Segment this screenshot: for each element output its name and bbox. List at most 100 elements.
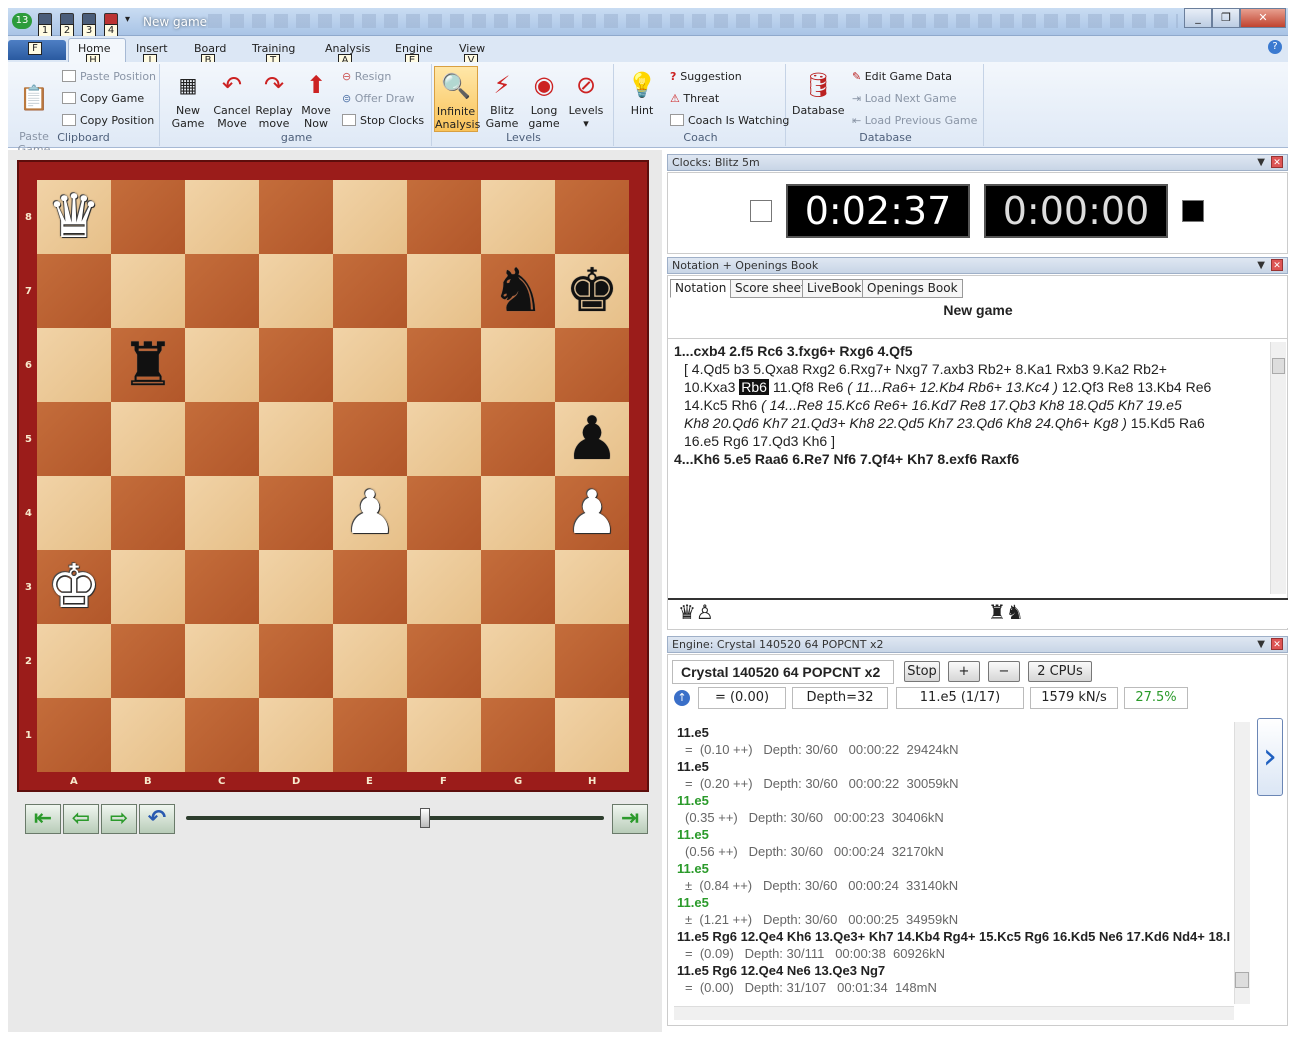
square-b8[interactable] [111,180,185,254]
engine-line-moves[interactable]: 11.e5 [677,792,1254,809]
hint-button[interactable]: 💡 Hint [620,70,664,117]
square-d4[interactable] [259,476,333,550]
engine-expand-button[interactable]: › [1257,718,1283,796]
close-button[interactable]: ✕ [1240,8,1286,28]
notation-scroll-thumb[interactable] [1272,358,1285,374]
square-f6[interactable] [407,328,481,402]
notation-moves[interactable]: 16.e5 Rg6 17.Qd3 Kh6 ] [684,433,835,449]
square-d5[interactable] [259,402,333,476]
infinite-analysis-button[interactable]: 🔍 Infinite Analysis [434,66,480,132]
square-d2[interactable] [259,624,333,698]
square-a3[interactable]: ♚ [37,550,111,624]
square-e8[interactable] [333,180,407,254]
cpus-button[interactable]: 2 CPUs [1028,661,1092,682]
cancel-move-button[interactable]: ↶ Cancel Move [210,70,254,130]
square-e5[interactable] [333,402,407,476]
panel-close-icon[interactable]: ✕ [1271,638,1283,650]
square-b2[interactable] [111,624,185,698]
square-e4[interactable]: ♟ [333,476,407,550]
square-g3[interactable] [481,550,555,624]
copy-game-button[interactable]: Copy Game [62,92,144,105]
chessboard[interactable]: ♛ ♞ ♚ ♜ ♟ ♟ ♟ ♚ [37,180,629,772]
square-g7[interactable]: ♞ [481,254,555,328]
piece-h7[interactable]: ♚ [565,261,619,321]
notation-moves[interactable]: 14.Kc5 Rh6 [684,397,761,413]
offer-draw-button[interactable]: ⊜ Offer Draw [342,92,414,105]
engine-line-moves[interactable]: 11.e5 [677,826,1254,843]
next-move-button[interactable]: ⇨ [101,804,137,834]
engine-lines[interactable]: 11.e5 = (0.10 ++) Depth: 30/60 00:00:22 2… [668,724,1254,1006]
square-e6[interactable] [333,328,407,402]
levels-button[interactable]: ⊘ Levels ▾ [564,70,608,130]
square-a4[interactable] [37,476,111,550]
square-g4[interactable] [481,476,555,550]
square-b3[interactable] [111,550,185,624]
notation-moves[interactable]: Kh8 20.Qd6 Kh7 21.Qd3+ Kh8 22.Qd5 Kh7 23… [684,415,1127,431]
square-c1[interactable] [185,698,259,772]
notation-moves[interactable]: [ 4.Qd5 b3 5.Qxa8 Rxg2 6.Rxg7+ Nxg7 7.ax… [684,361,1167,377]
square-b6[interactable]: ♜ [111,328,185,402]
notation-moves[interactable]: 11.Qf8 Re6 [769,379,847,395]
add-line-button[interactable]: + [948,661,980,682]
square-h8[interactable] [555,180,629,254]
square-e7[interactable] [333,254,407,328]
current-move[interactable]: Rb6 [739,379,769,395]
panel-dropdown-icon[interactable]: ▼ [1257,258,1265,273]
square-f1[interactable] [407,698,481,772]
move-slider-track[interactable] [186,816,604,820]
notation-moves[interactable]: 12.Qf3 Re8 13.Kb4 Re6 [1058,379,1211,395]
notation-moves[interactable]: 1...cxb4 2.f5 Rc6 3.fxg6+ Rxg6 4.Qf5 [674,343,913,359]
threat-button[interactable]: ⚠ Threat [670,92,719,105]
load-previous-game-button[interactable]: ⇤ Load Previous Game [852,114,977,127]
square-g1[interactable] [481,698,555,772]
square-a7[interactable] [37,254,111,328]
square-f3[interactable] [407,550,481,624]
square-f5[interactable] [407,402,481,476]
notation-moves[interactable]: 4...Kh6 5.e5 Raa6 6.Re7 Nf6 7.Qf4+ Kh7 8… [674,451,1019,467]
engine-line-moves[interactable]: 11.e5 [677,724,1254,741]
tab-score-sheet[interactable]: Score sheet [730,279,811,298]
tab-openings-book[interactable]: Openings Book [862,279,963,298]
square-c6[interactable] [185,328,259,402]
square-c4[interactable] [185,476,259,550]
square-e2[interactable] [333,624,407,698]
square-d8[interactable] [259,180,333,254]
minimize-button[interactable]: _ [1184,8,1212,28]
panel-dropdown-icon[interactable]: ▼ [1257,637,1265,652]
square-c7[interactable] [185,254,259,328]
first-move-button[interactable]: ⇤ [25,804,61,834]
resign-button[interactable]: ⊖ Resign [342,70,391,83]
square-a1[interactable] [37,698,111,772]
square-d7[interactable] [259,254,333,328]
coach-is-watching-checkbox[interactable]: Coach Is Watching [670,114,789,127]
square-e1[interactable] [333,698,407,772]
replay-move-button[interactable]: ↷ Replay move [252,70,296,130]
suggestion-button[interactable]: ? Suggestion [670,70,742,83]
square-h5[interactable]: ♟ [555,402,629,476]
help-icon[interactable]: ? [1268,40,1282,54]
piece-g7[interactable]: ♞ [491,261,545,321]
square-a2[interactable] [37,624,111,698]
stop-clocks-checkbox[interactable]: Stop Clocks [342,114,424,127]
square-a6[interactable] [37,328,111,402]
panel-close-icon[interactable]: ✕ [1271,259,1283,271]
engine-arrow-icon[interactable]: ↑ [674,690,690,706]
square-f7[interactable] [407,254,481,328]
square-g5[interactable] [481,402,555,476]
square-f2[interactable] [407,624,481,698]
square-h4[interactable]: ♟ [555,476,629,550]
last-move-button[interactable]: ⇥ [612,804,648,834]
panel-close-icon[interactable]: ✕ [1271,156,1283,168]
square-c3[interactable] [185,550,259,624]
square-h3[interactable] [555,550,629,624]
new-game-button[interactable]: ▦ New Game [166,70,210,130]
takeback-button[interactable]: ↶ [139,804,175,834]
previous-move-button[interactable]: ⇦ [63,804,99,834]
square-d6[interactable] [259,328,333,402]
square-f8[interactable] [407,180,481,254]
engine-line-moves[interactable]: 11.e5 Rg6 12.Qe4 Ne6 13.Qe3 Ng7 [677,962,1254,979]
square-d1[interactable] [259,698,333,772]
square-g6[interactable] [481,328,555,402]
engine-scroll-thumb[interactable] [1235,972,1249,988]
maximize-button[interactable]: ❐ [1212,8,1240,28]
